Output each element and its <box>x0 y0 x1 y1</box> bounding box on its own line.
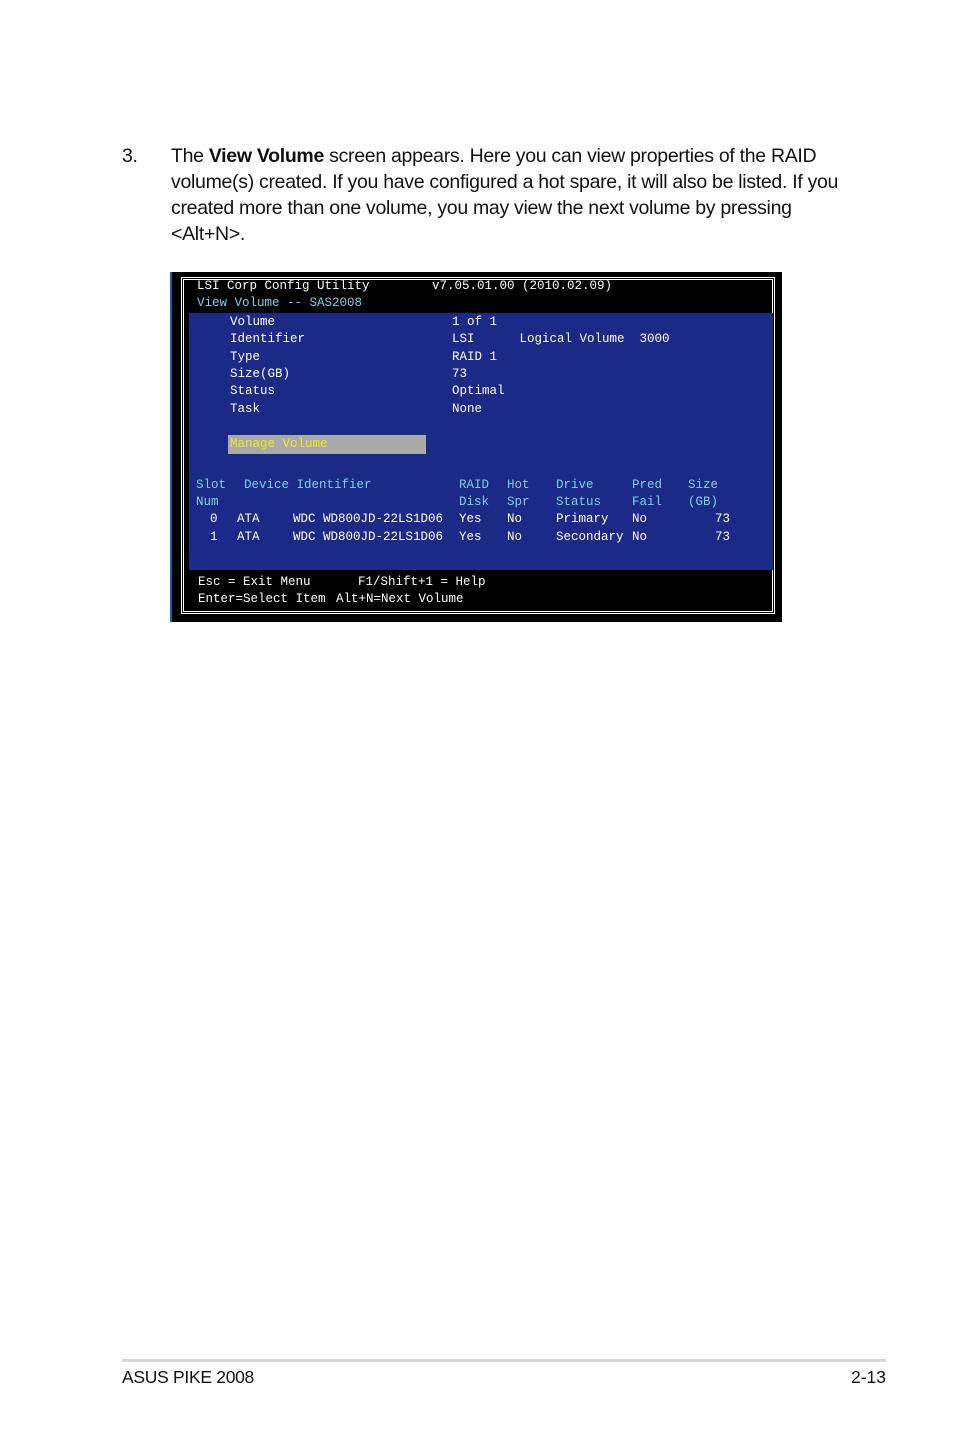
manage-volume-button[interactable]: Manage Volume <box>228 435 426 454</box>
lsi-config-screen: LSI Corp Config Utility v7.05.01.00 (201… <box>170 272 782 622</box>
col-header-drive: Drive <box>556 478 594 492</box>
screen-subtitle: View Volume -- SAS2008 <box>197 296 363 310</box>
help-alt-n: Alt+N=Next Volume <box>336 592 464 606</box>
prop-label-identifier: Identifier <box>230 332 306 346</box>
prop-label-status: Status <box>230 384 276 398</box>
step-number: 3. <box>122 145 138 167</box>
cell-vendor: ATA <box>237 530 260 544</box>
col-header-size: Size <box>688 478 719 492</box>
cell-device: WDC WD800JD-22LS1D06 <box>293 530 444 544</box>
cell-vendor: ATA <box>237 512 260 526</box>
col-header-hot: Hot <box>507 478 530 492</box>
utility-title: LSI Corp Config Utility <box>197 279 370 293</box>
help-esc-exit: Esc = Exit Menu <box>198 575 311 589</box>
col-header-raid-2: Disk <box>459 495 490 509</box>
prop-label-volume: Volume <box>230 315 276 329</box>
cell-drive-status: Secondary <box>556 530 624 544</box>
cell-device: WDC WD800JD-22LS1D06 <box>293 512 444 526</box>
cell-slot: 0 <box>210 512 218 526</box>
col-header-pred-2: Fail <box>632 495 663 509</box>
step-text: The View Volume screen appears. Here you… <box>171 145 839 245</box>
cell-size: 73 <box>715 530 731 544</box>
prop-label-size: Size(GB) <box>230 367 291 381</box>
help-f1: F1/Shift+1 = Help <box>358 575 486 589</box>
prop-value-size: 73 <box>452 367 468 381</box>
cell-hot-spare: No <box>507 512 523 526</box>
cell-pred-fail: No <box>632 530 648 544</box>
prop-value-volume: 1 of 1 <box>452 315 498 329</box>
help-enter-select: Enter=Select Item <box>198 592 326 606</box>
manage-volume-label: Manage Volume <box>230 437 328 451</box>
cell-drive-status: Primary <box>556 512 609 526</box>
cell-pred-fail: No <box>632 512 648 526</box>
utility-version: v7.05.01.00 (2010.02.09) <box>432 279 613 293</box>
cell-size: 73 <box>715 512 731 526</box>
cell-hot-spare: No <box>507 530 523 544</box>
col-header-size-2: (GB) <box>688 495 719 509</box>
col-header-device: Device Identifier <box>244 478 372 492</box>
col-header-raid: RAID <box>459 478 490 492</box>
prop-value-identifier: LSI Logical Volume 3000 <box>452 332 670 346</box>
cell-raid-disk: Yes <box>459 530 482 544</box>
prop-value-status: Optimal <box>452 384 505 398</box>
cell-raid-disk: Yes <box>459 512 482 526</box>
cell-slot: 1 <box>210 530 218 544</box>
col-header-pred: Pred <box>632 478 663 492</box>
prop-label-type: Type <box>230 350 261 364</box>
prop-label-task: Task <box>230 402 261 416</box>
footer-rule <box>122 1359 886 1362</box>
prop-value-task: None <box>452 402 483 416</box>
col-header-slot-2: Num <box>196 495 219 509</box>
footer-page-number: 2-13 <box>850 1367 886 1387</box>
col-header-drive-2: Status <box>556 495 602 509</box>
view-volume-bold: View Volume <box>208 145 325 167</box>
footer-product-name: ASUS PIKE 2008 <box>122 1367 254 1387</box>
prop-value-type: RAID 1 <box>452 350 498 364</box>
col-header-hot-2: Spr <box>507 495 530 509</box>
col-header-slot: Slot <box>196 478 227 492</box>
